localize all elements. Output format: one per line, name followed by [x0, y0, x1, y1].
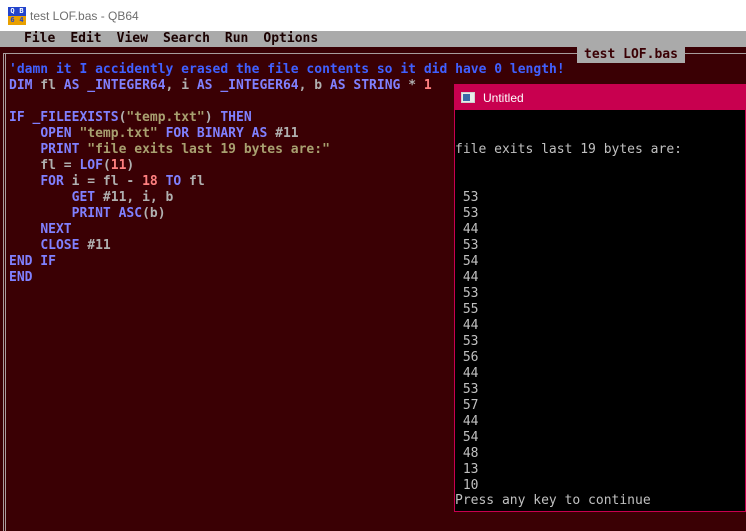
console-value-line: 44: [455, 366, 479, 381]
code-token: (: [102, 158, 111, 173]
code-token: 'damn it I accidently erased the file co…: [9, 62, 565, 77]
code-token: LOF: [79, 158, 103, 173]
console-value-line: 53: [455, 238, 479, 253]
code-token: fl: [32, 78, 64, 93]
press-any-key-prompt: Press any key to continue: [455, 493, 651, 508]
menu-view[interactable]: View: [117, 31, 148, 47]
console-value-line: 54: [455, 430, 479, 445]
code-token: (b): [142, 206, 166, 221]
menu-run[interactable]: Run: [225, 31, 248, 47]
console-value-line: 53: [455, 206, 479, 221]
window-title-bar: Q B 6 4 test LOF.bas - QB64: [0, 0, 746, 31]
console-value-line: 10: [455, 478, 479, 493]
console-output: file exits last 19 bytes are: 53 53 44 5…: [455, 110, 745, 494]
code-token: PRINT: [40, 142, 80, 157]
menu-options[interactable]: Options: [263, 31, 318, 47]
menu-bar: File Edit View Search Run Options: [0, 31, 746, 47]
code-token: CLOSE: [40, 238, 80, 253]
console-value-line: 53: [455, 382, 479, 397]
code-token: "temp.txt": [79, 126, 158, 141]
code-token: END: [9, 270, 33, 285]
console-value-line: 57: [455, 398, 479, 413]
menu-file[interactable]: File: [24, 31, 55, 47]
code-token: 1: [423, 78, 432, 93]
code-token: , i: [165, 78, 197, 93]
file-name-tab: test LOF.bas: [577, 47, 685, 63]
code-token: NEXT: [40, 222, 72, 237]
console-value-line: 44: [455, 414, 479, 429]
code-token: AS STRING: [329, 78, 401, 93]
menu-search[interactable]: Search: [163, 31, 210, 47]
code-token: PRINT ASC: [71, 206, 143, 221]
code-token: fl: [181, 174, 205, 189]
code-token: AS _INTEGER64: [63, 78, 166, 93]
code-token: TO: [165, 174, 182, 189]
console-value-line: 56: [455, 350, 479, 365]
code-token: GET: [71, 190, 96, 205]
code-token: FOR BINARY AS: [165, 126, 268, 141]
console-header-line: file exits last 19 bytes are:: [455, 142, 682, 157]
window-title: test LOF.bas - QB64: [30, 8, 139, 23]
console-title-bar[interactable]: Untitled: [455, 85, 745, 110]
code-token: fl =: [9, 158, 80, 173]
code-token: ): [204, 110, 221, 125]
console-value-line: 48: [455, 446, 479, 461]
code-token: "file exits last 19 bytes are:": [87, 142, 330, 157]
console-value-line: 53: [455, 190, 479, 205]
output-console-window[interactable]: Untitled file exits last 19 bytes are: 5…: [454, 84, 746, 512]
console-value-line: 44: [455, 318, 479, 333]
console-value-line: 53: [455, 286, 479, 301]
code-token: *: [400, 78, 424, 93]
console-window-icon: [461, 92, 475, 103]
code-token: "temp.txt": [126, 110, 205, 125]
code-token: IF _FILEEXISTS: [9, 110, 119, 125]
qb64-app-icon: Q B 6 4: [8, 6, 26, 25]
code-token: 11: [110, 158, 127, 173]
code-token: OPEN: [40, 126, 72, 141]
console-value-line: 53: [455, 334, 479, 349]
console-value-line: 54: [455, 254, 479, 269]
code-token: 18: [142, 174, 158, 189]
code-token: #11: [79, 238, 111, 253]
editor-frame-left: [3, 53, 6, 531]
code-token: END IF: [9, 254, 56, 269]
code-token: THEN: [220, 110, 252, 125]
code-token: i = fl -: [63, 174, 143, 189]
console-value-line: 44: [455, 270, 479, 285]
menu-edit[interactable]: Edit: [70, 31, 101, 47]
console-value-line: 13: [455, 462, 479, 477]
code-token: AS _INTEGER64: [196, 78, 299, 93]
code-token: #11, i, b: [95, 190, 174, 205]
console-title: Untitled: [483, 90, 524, 105]
code-token: ): [126, 158, 135, 173]
code-token: FOR: [40, 174, 64, 189]
console-value-line: 55: [455, 302, 479, 317]
code-token: DIM: [9, 78, 33, 93]
code-token: , b: [298, 78, 330, 93]
code-token: #11: [267, 126, 299, 141]
console-value-line: 44: [455, 222, 479, 237]
code-line[interactable]: 'damn it I accidently erased the file co…: [9, 62, 565, 78]
